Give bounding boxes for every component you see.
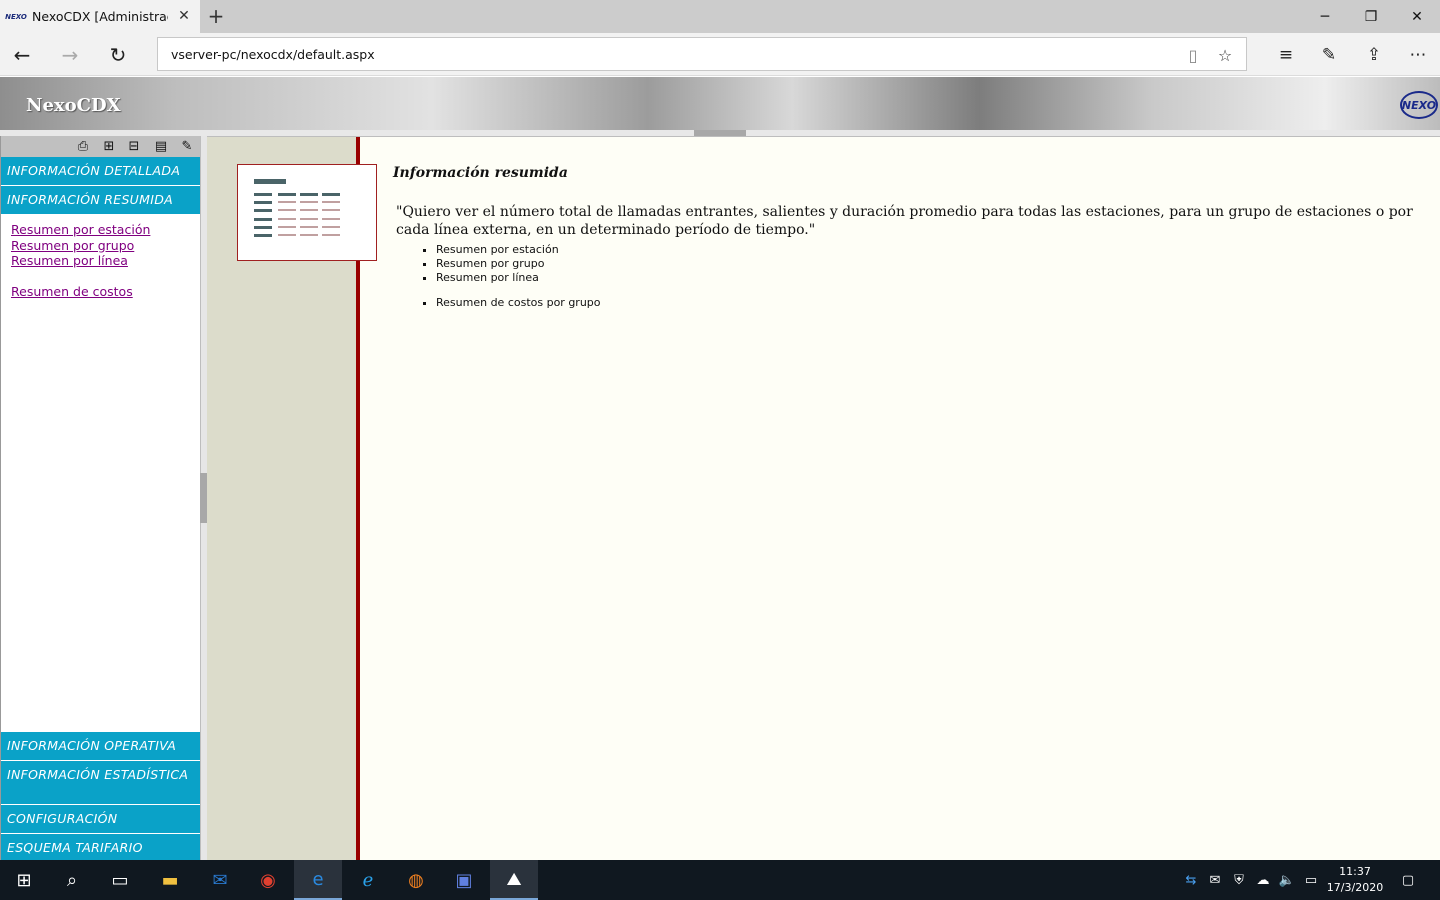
photos-icon[interactable]: ⛰ xyxy=(490,860,538,900)
content-quote: "Quiero ver el número total de llamadas … xyxy=(396,204,1413,238)
clock-time: 11:37 xyxy=(1339,865,1371,878)
web-note-icon[interactable]: ✎ xyxy=(1313,39,1345,71)
tab-bar: NEXO NexoCDX [Administrador] ✕ + ─ ❐ ✕ xyxy=(0,0,1440,33)
windows-start-icon[interactable]: ⊞ xyxy=(0,860,48,900)
sidebar: ⎙ ⊞ ⊟ ▤ ✎ INFORMACIÓN DETALLADA INFORMAC… xyxy=(0,136,200,863)
link-resumen-de-costos[interactable]: Resumen de costos xyxy=(11,284,150,300)
new-tab-icon[interactable]: + xyxy=(204,4,228,28)
defender-shield-icon[interactable]: ⛨ xyxy=(1229,870,1249,890)
notifications-icon[interactable]: ▢ xyxy=(1398,870,1418,890)
content-title: Información resumida xyxy=(393,165,568,181)
minimize-icon[interactable]: ─ xyxy=(1302,0,1348,33)
main-content: Información resumida "Quiero ver el núme… xyxy=(207,136,1440,861)
app-title: NexoCDX xyxy=(26,95,121,116)
edge-icon[interactable]: e xyxy=(294,860,342,900)
network-icon[interactable]: ▭ xyxy=(1301,870,1321,890)
taskbar: ⊞ ⌕ ▭ ▬ ✉ ◉ e ℯ ◍ ▣ ⛰ ⇆ ✉ ⛨ ☁ 🔈 ▭ 11:37 … xyxy=(0,860,1440,900)
reading-view-icon[interactable]: ▯ xyxy=(1182,44,1204,66)
report-list: Resumen por estación Resumen por grupo R… xyxy=(436,243,1433,285)
sidebar-toolbar: ⎙ ⊞ ⊟ ▤ ✎ xyxy=(1,136,200,157)
section-informacion-resumida[interactable]: INFORMACIÓN RESUMIDA xyxy=(1,186,200,215)
onedrive-icon[interactable]: ☁ xyxy=(1253,870,1273,890)
hub-icon[interactable]: ≡ xyxy=(1270,39,1302,71)
list-item: Resumen por línea xyxy=(436,271,1433,285)
internet-explorer-icon[interactable]: ℯ xyxy=(344,860,392,900)
more-icon[interactable]: ⋯ xyxy=(1402,39,1434,71)
nexo-favicon-icon: NEXO xyxy=(5,12,27,21)
address-bar[interactable]: vserver-pc/nexocdx/default.aspx ▯ ☆ xyxy=(157,37,1247,71)
tab-title: NexoCDX [Administrador] xyxy=(32,9,168,24)
teamviewer-icon[interactable]: ⇆ xyxy=(1181,870,1201,890)
mail-tray-icon[interactable]: ✉ xyxy=(1205,870,1225,890)
section-informacion-estadistica[interactable]: INFORMACIÓN ESTADÍSTICA xyxy=(1,761,200,805)
refresh-icon[interactable]: ↻ xyxy=(102,39,134,71)
nexo-logo: NEXO xyxy=(1400,91,1438,119)
share-icon[interactable]: ⇪ xyxy=(1358,39,1390,71)
list-item: Resumen por grupo xyxy=(436,257,1433,271)
system-clock[interactable]: 11:37 17/3/2020 xyxy=(1324,864,1386,896)
expand-vertical-icon[interactable]: ⊟ xyxy=(124,137,144,156)
firefox-icon[interactable]: ◍ xyxy=(392,860,440,900)
link-resumen-por-linea[interactable]: Resumen por línea xyxy=(11,253,150,269)
browser-tab[interactable]: NEXO NexoCDX [Administrador] ✕ xyxy=(0,0,200,33)
chrome-icon[interactable]: ◉ xyxy=(244,860,292,900)
section-configuracion[interactable]: CONFIGURACIÓN xyxy=(1,805,200,834)
notes-icon[interactable]: ✎ xyxy=(177,137,197,156)
report-table-icon xyxy=(237,164,377,261)
forward-icon[interactable]: → xyxy=(54,39,86,71)
back-icon[interactable]: ← xyxy=(6,39,38,71)
list-item: Resumen por estación xyxy=(436,243,1433,257)
clock-date: 17/3/2020 xyxy=(1326,881,1384,894)
close-tab-icon[interactable]: ✕ xyxy=(176,8,192,24)
close-window-icon[interactable]: ✕ xyxy=(1394,0,1440,33)
section-informacion-detallada[interactable]: INFORMACIÓN DETALLADA xyxy=(1,157,200,186)
restore-icon[interactable]: ❐ xyxy=(1348,0,1394,33)
expand-horizontal-icon[interactable]: ⊞ xyxy=(99,137,119,156)
content-body: Información resumida "Quiero ver el núme… xyxy=(393,165,1433,310)
favorite-star-icon[interactable]: ☆ xyxy=(1214,44,1236,66)
sidebar-links: Resumen por estación Resumen por grupo R… xyxy=(11,222,150,299)
section-informacion-operativa[interactable]: INFORMACIÓN OPERATIVA xyxy=(1,732,200,761)
app-window-icon[interactable]: ▣ xyxy=(440,860,488,900)
books-icon[interactable]: ▤ xyxy=(151,137,171,156)
search-icon[interactable]: ⌕ xyxy=(48,860,96,900)
link-resumen-por-grupo[interactable]: Resumen por grupo xyxy=(11,238,150,254)
cost-report-list: Resumen de costos por grupo xyxy=(436,296,1433,310)
app-header: NexoCDX NEXO xyxy=(0,77,1440,130)
link-resumen-por-estacion[interactable]: Resumen por estación xyxy=(11,222,150,238)
file-explorer-icon[interactable]: ▬ xyxy=(146,860,194,900)
web-page: NexoCDX NEXO ⎙ ⊞ ⊟ ▤ ✎ INFORMACIÓN DETAL… xyxy=(0,77,1440,863)
thunderbird-icon[interactable]: ✉ xyxy=(196,860,244,900)
list-item: Resumen de costos por grupo xyxy=(436,296,1433,310)
navigation-bar: ← → ↻ vserver-pc/nexocdx/default.aspx ▯ … xyxy=(0,33,1440,76)
sidebar-splitter-grip[interactable] xyxy=(200,473,207,523)
section-esquema-tarifario[interactable]: ESQUEMA TARIFARIO xyxy=(1,834,200,863)
volume-icon[interactable]: 🔈 xyxy=(1277,870,1297,890)
task-view-icon[interactable]: ▭ xyxy=(96,860,144,900)
print-icon[interactable]: ⎙ xyxy=(73,137,93,156)
url-text: vserver-pc/nexocdx/default.aspx xyxy=(171,47,375,62)
